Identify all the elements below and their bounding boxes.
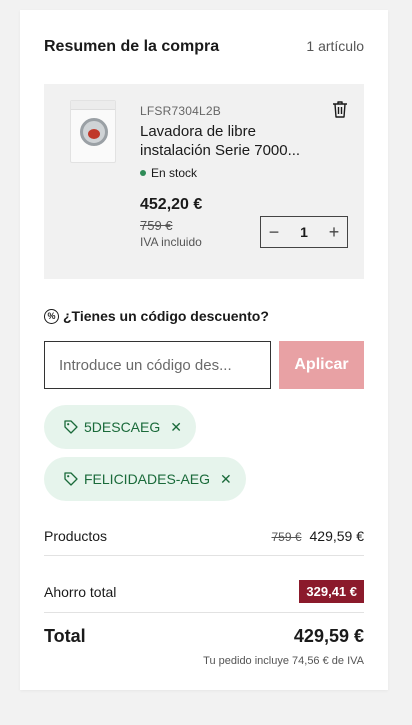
tag-icon: [64, 472, 78, 486]
item-count: 1 artículo: [306, 38, 364, 54]
product-name[interactable]: Lavadora de libre instalación Serie 7000…: [140, 122, 310, 160]
increase-quantity-button[interactable]: +: [321, 217, 347, 247]
quantity-stepper: − 1 +: [260, 216, 348, 248]
cart-item: LFSR7304L2B Lavadora de libre instalació…: [44, 84, 364, 279]
products-old-price: 759 €: [271, 530, 302, 544]
remove-coupon-icon[interactable]: ✕: [220, 471, 232, 488]
summary-title: Resumen de la compra: [44, 38, 220, 55]
total-label: Total: [44, 626, 86, 646]
decrease-quantity-button[interactable]: −: [261, 217, 287, 247]
product-price: 452,20 €: [140, 196, 203, 213]
tag-icon: [64, 420, 78, 434]
total-value: 429,59 €: [293, 626, 364, 646]
products-price: 429,59 €: [309, 528, 365, 544]
applied-coupon-tag: FELICIDADES-AEG ✕: [44, 457, 246, 501]
products-amount: 759 € 429,59 €: [271, 528, 364, 544]
products-label: Productos: [44, 528, 108, 544]
summary-divider: [44, 555, 364, 556]
apply-coupon-button[interactable]: Aplicar: [279, 341, 364, 389]
promo-heading: % ¿Tienes un código descuento?: [44, 308, 269, 324]
coupon-code-input[interactable]: [44, 341, 271, 389]
savings-label: Ahorro total: [44, 583, 117, 600]
washer-panel: [71, 101, 115, 110]
stock-dot-icon: [140, 170, 146, 176]
order-summary-card: Resumen de la compra 1 artículo LFSR7304…: [20, 10, 388, 690]
coupon-code-label: FELICIDADES-AEG: [84, 471, 211, 487]
summary-header: Resumen de la compra 1 artículo: [44, 38, 364, 56]
vat-included-label: IVA incluido: [140, 235, 202, 249]
stock-label: En stock: [151, 166, 198, 180]
products-subtotal-row: Productos 759 € 429,59 €: [44, 528, 364, 544]
total-row: Total 429,59 €: [44, 626, 364, 647]
savings-badge: 329,41 €: [299, 580, 364, 603]
applied-coupon-tag: 5DESCAEG ✕: [44, 405, 196, 449]
product-image[interactable]: [70, 100, 116, 163]
promo-title: ¿Tienes un código descuento?: [63, 308, 269, 324]
coupon-code-label: 5DESCAEG: [84, 419, 161, 435]
trash-icon[interactable]: [332, 100, 348, 118]
product-sku: LFSR7304L2B: [140, 104, 221, 118]
stock-status: En stock: [140, 166, 197, 180]
remove-coupon-icon[interactable]: ✕: [170, 419, 182, 436]
washer-door: [80, 118, 108, 146]
vat-note: Tu pedido incluye 74,56 € de IVA: [203, 655, 364, 667]
savings-row: Ahorro total 329,41 €: [44, 580, 364, 603]
percent-icon: %: [44, 308, 59, 324]
quantity-value[interactable]: 1: [300, 224, 308, 240]
summary-divider: [44, 612, 364, 613]
product-old-price: 759 €: [140, 218, 173, 233]
